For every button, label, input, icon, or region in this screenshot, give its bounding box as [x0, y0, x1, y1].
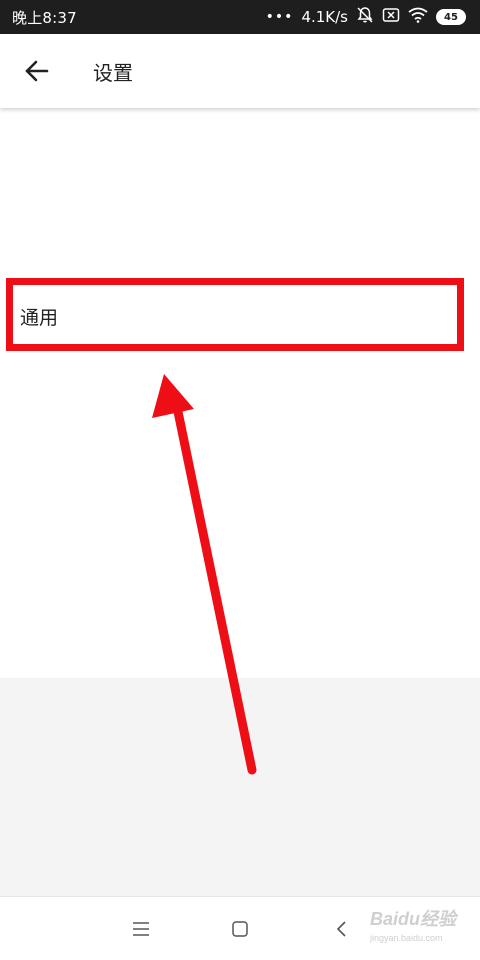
page-title: 设置 — [93, 60, 133, 85]
watermark: Baidu经验 jingyan.baidu.com — [370, 905, 476, 950]
mute-bell-icon — [356, 6, 374, 28]
sim-x-icon — [382, 7, 400, 27]
settings-item-label: 通用 — [20, 306, 59, 329]
app-bar: 设置 — [0, 34, 480, 108]
nav-back-button[interactable] — [327, 915, 355, 943]
network-speed: 4.1K/s — [301, 8, 348, 26]
arrow-left-icon — [25, 60, 49, 82]
status-icons: ••• 4.1K/s 45 — [266, 6, 466, 28]
watermark-brand: Baidu经验 — [370, 909, 457, 929]
settings-item-general[interactable]: 通用 — [0, 276, 480, 356]
home-square-icon — [232, 921, 248, 937]
status-time: 晚上8:37 — [12, 8, 77, 27]
content-area-top — [0, 108, 480, 276]
watermark-url: jingyan.baidu.com — [370, 933, 443, 943]
status-bar: 晚上8:37 ••• 4.1K/s 45 — [0, 0, 480, 34]
content-area-lower — [0, 366, 480, 678]
wifi-icon — [408, 7, 428, 27]
menu-icon — [133, 922, 149, 936]
back-chevron-icon — [336, 921, 346, 937]
empty-gray-area — [0, 678, 480, 896]
battery-icon: 45 — [436, 9, 466, 25]
more-indicator: ••• — [265, 9, 294, 25]
back-button[interactable] — [15, 49, 59, 93]
menu-button[interactable] — [127, 915, 155, 943]
home-button[interactable] — [226, 915, 254, 943]
